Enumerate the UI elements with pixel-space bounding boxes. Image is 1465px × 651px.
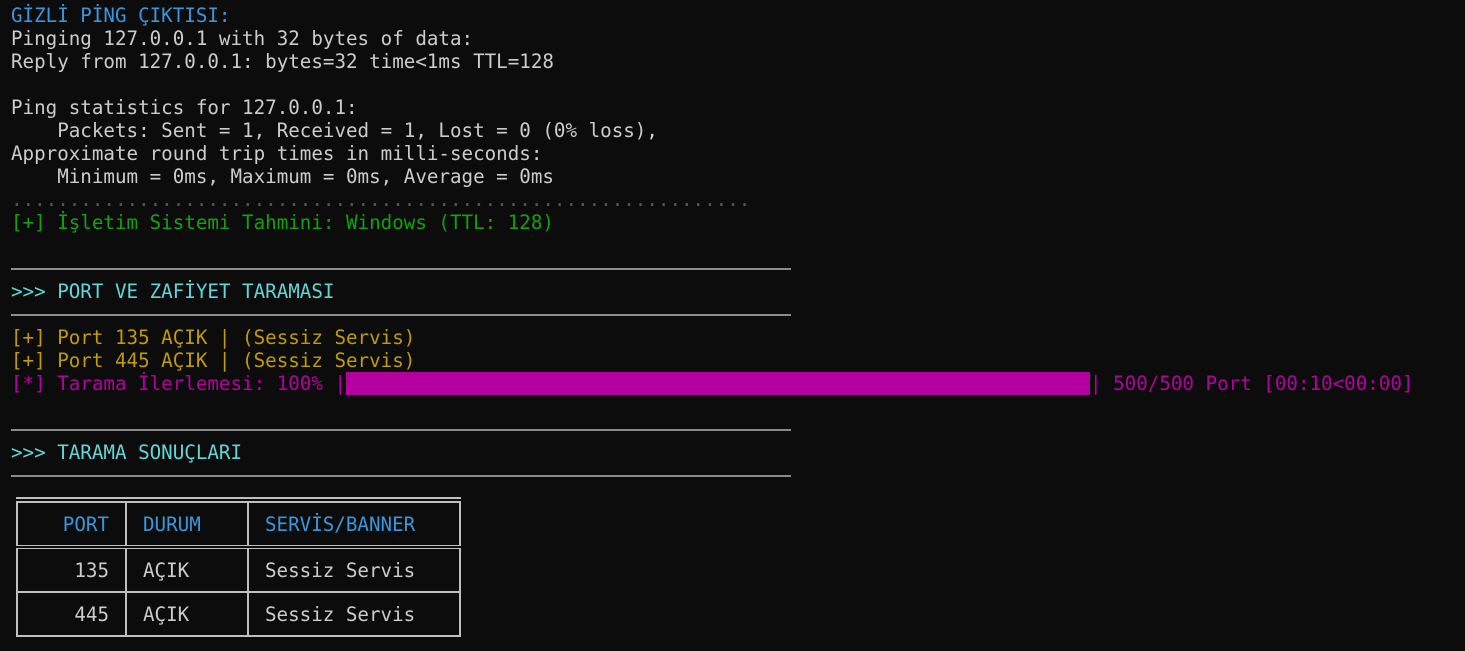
ping-line: Minimum = 0ms, Maximum = 0ms, Average = …: [11, 165, 554, 188]
progress-fill: [346, 372, 1091, 395]
section-rule: [11, 257, 1465, 280]
open-port-line: [+] Port 135 AÇIK | (Sessiz Servis): [11, 326, 416, 349]
ping-line: Approximate round trip times in milli-se…: [11, 142, 543, 165]
table-row: 135 AÇIK Sessiz Servis: [16, 546, 461, 593]
cell-servis: Sessiz Servis: [247, 591, 461, 637]
section-rule: [11, 464, 1465, 487]
table-top-border: [16, 497, 461, 499]
progress-bar: [346, 372, 1091, 395]
cell-servis: Sessiz Servis: [247, 546, 461, 593]
section-rule: [11, 418, 1465, 441]
cell-durum: AÇIK: [125, 591, 249, 637]
os-guess-line: [+] İşletim Sistemi Tahmini: Windows (TT…: [11, 211, 554, 234]
header-durum: DURUM: [125, 501, 249, 549]
open-port-line: [+] Port 445 AÇIK | (Sessiz Servis): [11, 349, 416, 372]
header-port: PORT: [16, 501, 127, 549]
terminal-window[interactable]: GİZLİ PİNG ÇIKTISI: Pinging 127.0.0.1 wi…: [0, 0, 1465, 651]
ping-line: Reply from 127.0.0.1: bytes=32 time<1ms …: [11, 50, 554, 73]
cell-port: 445: [16, 591, 127, 637]
ping-line: Packets: Sent = 1, Received = 1, Lost = …: [11, 119, 658, 142]
results-section-title: >>> TARAMA SONUÇLARI: [11, 441, 243, 464]
scan-progress: [*] Tarama İlerlemesi: 100% | | 500/500 P…: [11, 372, 1465, 395]
cell-port: 135: [16, 546, 127, 593]
header-servis: SERVİS/BANNER: [247, 501, 461, 549]
ping-header: GİZLİ PİNG ÇIKTISI:: [11, 4, 231, 27]
progress-suffix: | 500/500 Port [00:10<00:00]: [1090, 372, 1414, 395]
ping-line: [11, 73, 1465, 96]
cell-durum: AÇIK: [125, 546, 249, 593]
table-row: 445 AÇIK Sessiz Servis: [16, 591, 461, 637]
port-section-title: >>> PORT VE ZAFİYET TARAMASI: [11, 280, 335, 303]
table-header-row: PORT DURUM SERVİS/BANNER: [16, 501, 461, 549]
section-rule: [11, 303, 1465, 326]
progress-label: [*] Tarama İlerlemesi: 100% |: [11, 372, 347, 395]
ping-line: Pinging 127.0.0.1 with 32 bytes of data:: [11, 27, 474, 50]
results-table: PORT DURUM SERVİS/BANNER 135 AÇIK Sessiz…: [16, 501, 461, 637]
dotted-separator: ........................................…: [11, 188, 751, 211]
ping-line: Ping statistics for 127.0.0.1:: [11, 96, 358, 119]
